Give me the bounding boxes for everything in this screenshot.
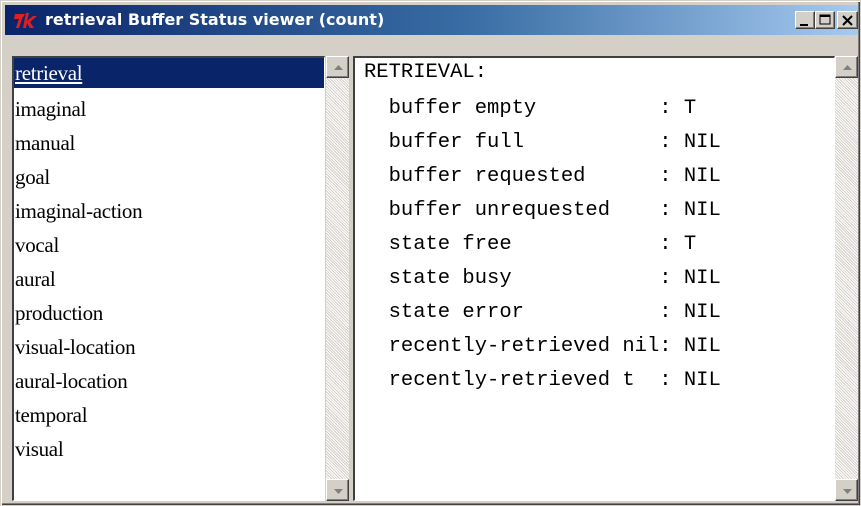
buffer-list-item-imaginal[interactable]: imaginal — [14, 92, 324, 126]
status-line: state busy : NIL — [364, 267, 721, 290]
status-line: state error : NIL — [364, 301, 721, 324]
minimize-icon — [800, 24, 808, 26]
status-line: buffer unrequested : NIL — [364, 199, 721, 222]
buffer-list[interactable]: retrieval imaginal manual goal imaginal-… — [12, 56, 325, 501]
status-line: buffer full : NIL — [364, 131, 721, 154]
close-button[interactable] — [837, 11, 858, 29]
scroll-up-arrow-icon — [334, 65, 343, 70]
buffer-list-item-visual-location[interactable]: visual-location — [14, 330, 324, 364]
title-bar[interactable]: retrieval Buffer Status viewer (count) — [5, 5, 858, 35]
buffer-list-item-production[interactable]: production — [14, 296, 324, 330]
buffer-list-scroll-down-button[interactable] — [326, 479, 349, 501]
window-title: retrieval Buffer Status viewer (count) — [45, 10, 385, 29]
status-text-scrollbar[interactable] — [835, 56, 858, 501]
buffer-list-item-visual[interactable]: visual — [14, 432, 324, 466]
buffer-list-scroll-up-button[interactable] — [326, 56, 349, 78]
buffer-list-item-goal[interactable]: goal — [14, 160, 324, 194]
status-line: buffer empty : T — [364, 97, 697, 120]
buffer-list-item-imaginal-action[interactable]: imaginal-action — [14, 194, 324, 228]
scroll-up-arrow-icon — [843, 65, 852, 70]
maximize-button[interactable] — [815, 11, 835, 29]
status-header: RETRIEVAL: — [364, 61, 488, 84]
buffer-status-text[interactable]: RETRIEVAL: buffer empty : T buffer full … — [353, 56, 835, 501]
buffer-list-item-temporal[interactable]: temporal — [14, 398, 324, 432]
status-line: recently-retrieved nil: NIL — [364, 335, 721, 358]
buffer-list-item-retrieval[interactable]: retrieval — [14, 58, 324, 88]
buffer-list-item-manual[interactable]: manual — [14, 126, 324, 160]
maximize-icon — [819, 14, 831, 25]
client-area: retrieval imaginal manual goal imaginal-… — [5, 51, 858, 503]
buffer-list-scrollbar[interactable] — [326, 56, 349, 501]
status-text-scroll-down-button[interactable] — [835, 479, 858, 501]
status-text-scroll-up-button[interactable] — [835, 56, 858, 78]
buffer-list-item-aural[interactable]: aural — [14, 262, 324, 296]
scroll-down-arrow-icon — [334, 489, 343, 494]
buffer-status-window: retrieval Buffer Status viewer (count) r… — [0, 0, 861, 506]
status-line: state free : T — [364, 233, 697, 256]
scroll-down-arrow-icon — [843, 489, 852, 494]
buffer-list-item-aural-location[interactable]: aural-location — [14, 364, 324, 398]
minimize-button[interactable] — [795, 11, 815, 29]
buffer-list-item-vocal[interactable]: vocal — [14, 228, 324, 262]
tk-feather-icon — [14, 13, 37, 28]
close-icon — [842, 15, 853, 26]
status-line: buffer requested : NIL — [364, 165, 721, 188]
status-line: recently-retrieved t : NIL — [364, 369, 721, 392]
